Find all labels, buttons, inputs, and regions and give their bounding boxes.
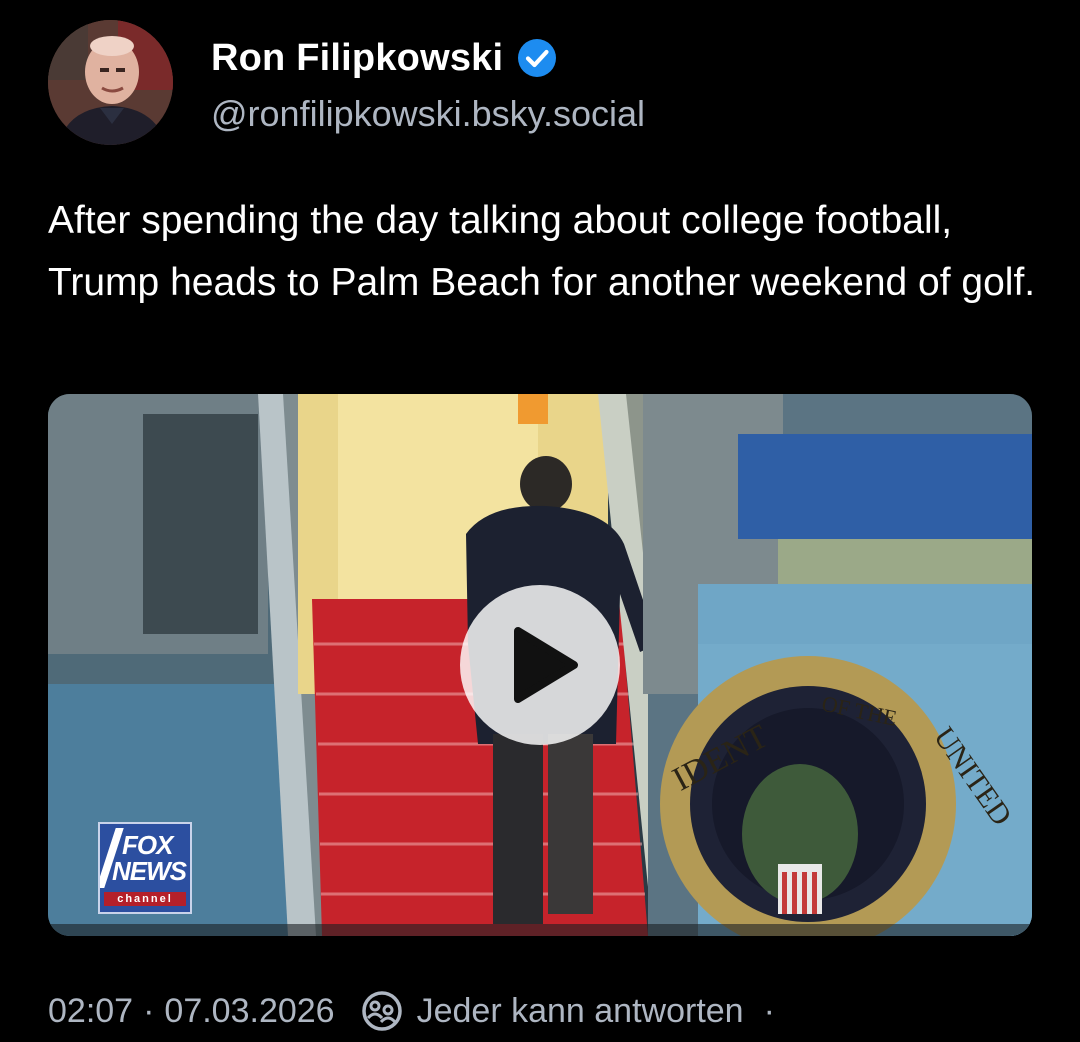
post-card: Ron Filipkowski @ronfilipkowski.bsky.soc… xyxy=(0,0,1080,1042)
play-button[interactable] xyxy=(460,585,620,745)
fox-news-logo: FOX NEWS channel xyxy=(98,822,192,914)
display-name[interactable]: Ron Filipkowski xyxy=(211,37,503,80)
reply-setting-label[interactable]: Jeder kann antworten xyxy=(417,992,744,1031)
footer-separator: · xyxy=(143,991,155,1030)
post-time: 02:07 xyxy=(48,991,134,1030)
post-text: After spending the day talking about col… xyxy=(48,199,1036,304)
handle[interactable]: @ronfilipkowski.bsky.social xyxy=(211,93,645,135)
video-player[interactable]: IDENT OF THE UNITED FOX NEWS channel xyxy=(48,394,1032,936)
footer-trailing-separator: · xyxy=(763,991,775,1030)
avatar[interactable] xyxy=(48,20,173,145)
play-icon xyxy=(514,627,578,703)
display-name-row: Ron Filipkowski xyxy=(211,34,557,82)
post-footer: 02:07 · 07.03.2026 Jeder kann antworten … xyxy=(48,986,775,1036)
post-date: 07.03.2026 xyxy=(164,991,335,1030)
reply-setting-icon[interactable] xyxy=(361,990,403,1032)
fox-logo-line2: NEWS xyxy=(112,856,187,886)
verified-check-icon xyxy=(517,38,557,78)
fox-logo-line3: channel xyxy=(104,892,186,906)
